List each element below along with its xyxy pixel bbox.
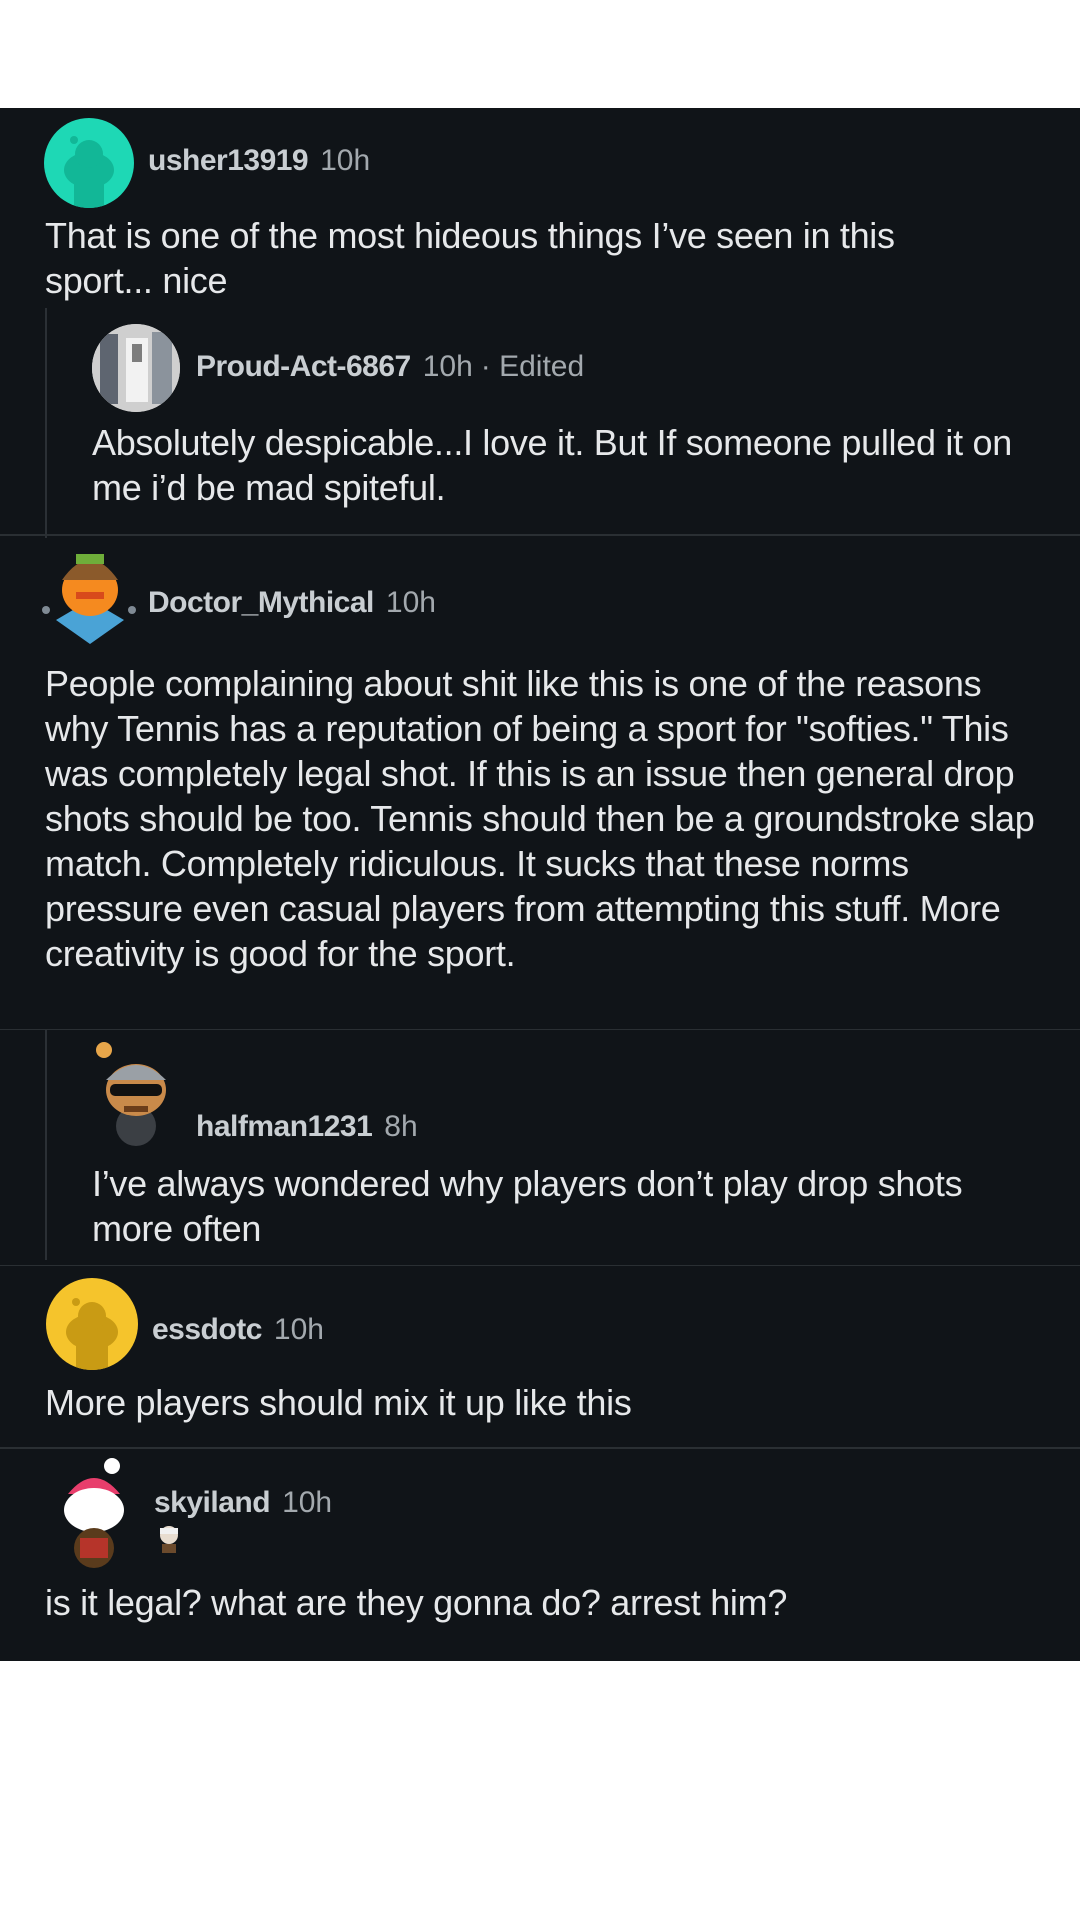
thread-line[interactable] [45,308,47,538]
comment-body: More players should mix it up like this [45,1382,632,1423]
comment-header: halfman1231 8h [196,1110,418,1144]
timestamp: 10h [422,350,473,383]
username[interactable]: Doctor_Mythical [148,586,374,620]
comment-body: is it legal? what are they gonna do? arr… [45,1582,788,1623]
user-avatar[interactable] [44,118,134,208]
username[interactable]: skyiland [154,1486,271,1520]
thread-line[interactable] [45,1030,47,1260]
user-flair-icon [154,1524,184,1554]
username[interactable]: Proud-Act-6867 [196,350,411,384]
user-avatar[interactable] [92,324,180,412]
snoo-icon [66,1298,118,1370]
comment-divider [0,534,1080,536]
timestamp: 8h [384,1110,418,1143]
comment-divider [0,1265,1080,1266]
user-avatar[interactable] [50,1458,138,1568]
user-avatar[interactable] [92,1040,180,1148]
snoo-icon [96,1042,166,1146]
username[interactable]: essdotc [152,1313,262,1347]
comment-body: People complaining about shit like this … [45,663,1035,974]
snoo-icon [42,554,136,644]
comment-body: Absolutely despicable...I love it. But I… [92,422,1012,508]
comment-header: Proud-Act-6867 10h · Edited [196,350,584,384]
snoo-icon [64,1458,124,1568]
comment-header: usher13919 10h [148,144,370,178]
comment-divider [0,1447,1080,1449]
user-avatar[interactable] [36,540,144,648]
comment-header: skyiland 10h [154,1486,332,1520]
user-avatar[interactable] [46,1278,138,1370]
comment-thread: usher13919 10h That is one of the most h… [0,108,1080,1661]
timestamp: 10h [273,1313,324,1346]
snoo-icon [64,136,114,208]
timestamp: 10h [320,144,371,177]
username[interactable]: halfman1231 [196,1110,373,1144]
edited-label: · Edited [480,350,585,383]
username[interactable]: usher13919 [148,144,309,178]
photo-avatar-icon [92,324,180,412]
comment-header: Doctor_Mythical 10h [148,586,436,620]
comment-header: essdotc 10h [152,1313,324,1347]
comment-body: I’ve always wondered why players don’t p… [92,1163,963,1249]
timestamp: 10h [385,586,436,619]
comment-body: That is one of the most hideous things I… [45,215,895,301]
timestamp: 10h [282,1486,333,1519]
comment-divider [0,1029,1080,1030]
